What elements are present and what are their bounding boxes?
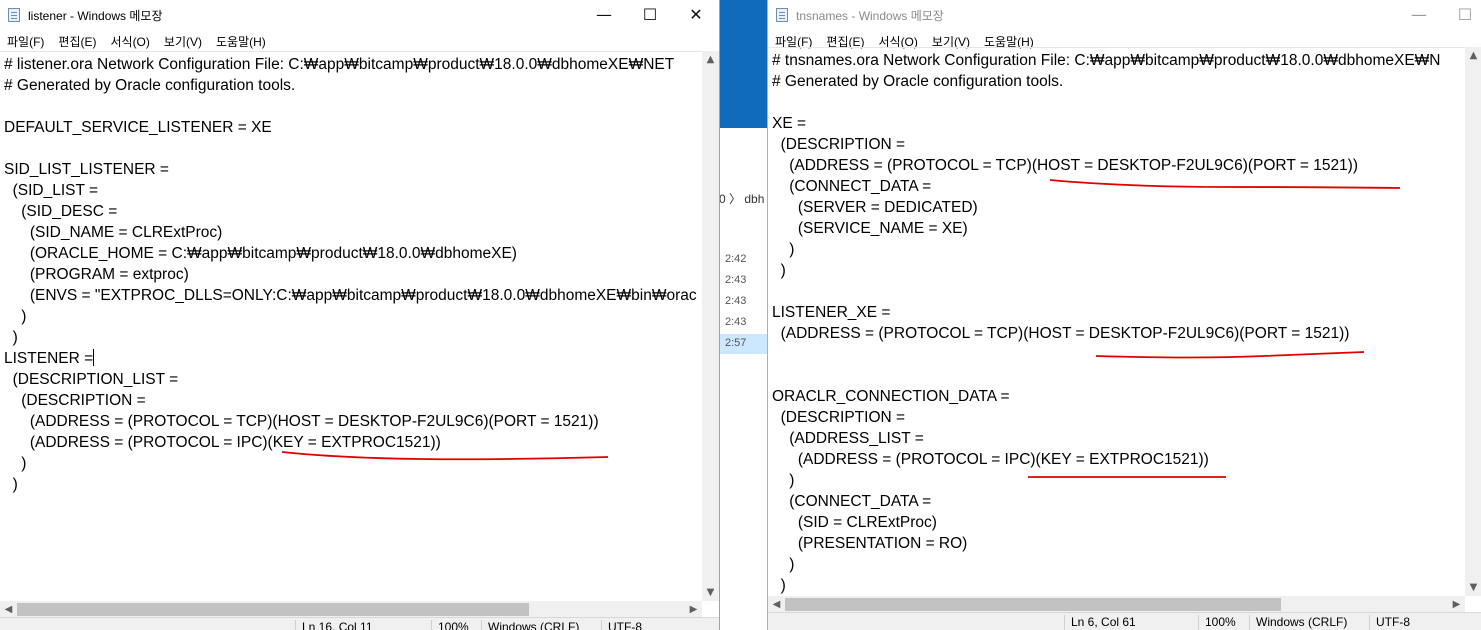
title-bar[interactable]: listener - Windows 메모장 — ☐ ✕ — [0, 0, 719, 30]
menu-edit[interactable]: 편집(E) — [51, 30, 103, 50]
horizontal-scroll-thumb[interactable] — [17, 603, 529, 616]
status-position: Ln 6, Col 61 — [1064, 615, 1136, 630]
notepad-icon — [776, 8, 788, 22]
status-zoom: 100% — [431, 620, 469, 630]
file-content[interactable]: # listener.ora Network Configuration Fil… — [0, 52, 702, 348]
scroll-up-arrow[interactable]: ▲ — [1465, 47, 1481, 64]
window-title: tnsnames - Windows 메모장 — [796, 9, 944, 23]
vertical-scrollbar[interactable]: ▲ ▼ — [702, 51, 719, 601]
explorer-time-3: 2:43 — [725, 295, 747, 307]
scroll-right-arrow[interactable]: ▶ — [1448, 596, 1465, 613]
maximize-button[interactable]: ☐ — [627, 0, 673, 30]
explorer-time-4: 2:43 — [725, 316, 747, 328]
close-button[interactable]: ✕ — [673, 0, 719, 30]
listener-line-text: LISTENER = — [4, 350, 94, 367]
listener-line[interactable]: LISTENER = — [0, 348, 702, 369]
menu-file[interactable]: 파일(F) — [0, 30, 51, 50]
status-position: Ln 16, Col 11 — [295, 620, 373, 630]
scroll-left-arrow[interactable]: ◀ — [768, 596, 785, 613]
background-desktop-area — [719, 0, 767, 128]
explorer-time-2: 2:43 — [725, 274, 747, 286]
minimize-button[interactable]: — — [1396, 0, 1442, 30]
text-editor[interactable]: # tnsnames.ora Network Configuration Fil… — [768, 47, 1465, 596]
vertical-scrollbar[interactable]: ▲ ▼ — [1465, 47, 1481, 596]
background-explorer-window: 0 〉 dbh 2:42 2:43 2:43 2:43 2:57 — [719, 0, 767, 630]
notepad-icon — [8, 8, 20, 22]
text-editor[interactable]: # listener.ora Network Configuration Fil… — [0, 51, 702, 601]
horizontal-scroll-thumb[interactable] — [785, 598, 1281, 611]
file-content[interactable]: # tnsnames.ora Network Configuration Fil… — [768, 48, 1465, 596]
status-eol: Windows (CRLF) — [1249, 615, 1347, 630]
status-bar: Ln 16, Col 11 100% Windows (CRLF) UTF-8 — [0, 617, 719, 630]
status-bar: Ln 6, Col 61 100% Windows (CRLF) UTF-8 — [768, 612, 1481, 630]
scroll-left-arrow[interactable]: ◀ — [0, 601, 17, 618]
status-encoding: UTF-8 — [1369, 615, 1410, 630]
status-encoding: UTF-8 — [601, 620, 642, 630]
menu-view[interactable]: 보기(V) — [157, 30, 209, 50]
file-content-tail[interactable]: (DESCRIPTION_LIST = (DESCRIPTION = (ADDR… — [0, 369, 702, 495]
explorer-time-1: 2:42 — [725, 253, 747, 265]
window-title: listener - Windows 메모장 — [28, 9, 163, 23]
horizontal-scrollbar[interactable]: ◀ ▶ — [768, 596, 1465, 613]
menu-bar: 파일(F) 편집(E) 서식(O) 보기(V) 도움말(H) — [0, 30, 719, 51]
title-bar[interactable]: tnsnames - Windows 메모장 — ☐ — [768, 0, 1481, 30]
scroll-right-arrow[interactable]: ▶ — [685, 601, 702, 618]
status-eol: Windows (CRLF) — [481, 620, 579, 630]
menu-help[interactable]: 도움말(H) — [209, 30, 273, 50]
status-zoom: 100% — [1198, 615, 1236, 630]
minimize-button[interactable]: — — [581, 0, 627, 30]
explorer-time-5: 2:57 — [725, 337, 747, 349]
explorer-breadcrumb[interactable]: 0 〉 dbh — [719, 190, 767, 210]
scroll-up-arrow[interactable]: ▲ — [702, 51, 719, 68]
menu-format[interactable]: 서식(O) — [103, 30, 156, 50]
text-cursor — [93, 349, 95, 366]
scroll-down-arrow[interactable]: ▼ — [1465, 579, 1481, 596]
scroll-down-arrow[interactable]: ▼ — [702, 584, 719, 601]
maximize-button[interactable]: ☐ — [1442, 0, 1481, 30]
horizontal-scrollbar[interactable]: ◀ ▶ — [0, 601, 702, 618]
listener-notepad-window: listener - Windows 메모장 — ☐ ✕ 파일(F) 편집(E) 서… — [0, 0, 720, 630]
tnsnames-notepad-window: tnsnames - Windows 메모장 — ☐ 파일(F) 편집(E) 서식(… — [767, 0, 1481, 630]
